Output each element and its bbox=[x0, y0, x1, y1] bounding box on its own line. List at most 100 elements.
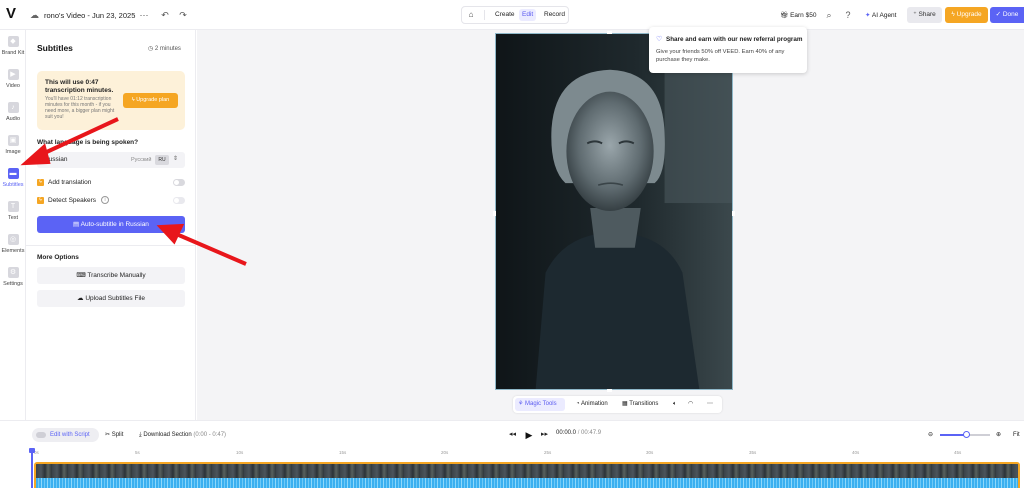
language-select[interactable]: Russian Русский RU ⇕ bbox=[37, 152, 185, 168]
video-icon: ▶ bbox=[7, 69, 19, 80]
search-icon[interactable]: ⌕ bbox=[823, 9, 835, 21]
check-icon: ✓ bbox=[995, 11, 1003, 18]
magic-wand-icon: ⚘ bbox=[518, 401, 526, 407]
text-icon: T bbox=[7, 201, 19, 212]
brand-kit-icon: ◆ bbox=[7, 36, 19, 47]
transitions-button[interactable]: ▦ Transitions bbox=[619, 398, 661, 411]
ruler-tick: 15s bbox=[339, 450, 347, 455]
mode-record[interactable]: Record bbox=[541, 9, 568, 21]
zoom-in-icon[interactable]: ⊕ bbox=[996, 429, 1001, 441]
done-button[interactable]: ✓ Done bbox=[990, 7, 1024, 23]
add-translation-toggle[interactable] bbox=[173, 179, 185, 186]
ruler-tick: 10s bbox=[236, 450, 244, 455]
rail-item-image[interactable]: ▣ Image bbox=[0, 135, 26, 165]
detect-speakers-label: Detect Speakers bbox=[48, 197, 97, 204]
audio-waveform bbox=[36, 478, 1018, 488]
more-icon[interactable]: ⋯ bbox=[138, 9, 150, 21]
add-translation-row: ϟ Add translation bbox=[37, 177, 185, 189]
top-bar: V ☁ rono's Video - Jun 23, 2025 ⋯ ↶ ↷ ⌂ … bbox=[0, 0, 1024, 30]
video-track[interactable] bbox=[34, 462, 1020, 488]
home-icon[interactable]: ⌂ bbox=[466, 10, 476, 20]
resize-handle-right[interactable] bbox=[732, 211, 735, 216]
zoom-out-icon[interactable]: ⊖ bbox=[928, 429, 933, 441]
download-section-button[interactable]: ⤓ Download Section (0:00 - 0:47) bbox=[139, 429, 226, 441]
keyboard-icon: ⌨ bbox=[76, 272, 88, 279]
transcription-promo: This will use 0:47 transcription minutes… bbox=[37, 71, 185, 130]
edit-with-script-toggle[interactable]: Edit with Script bbox=[32, 428, 99, 442]
ruler-tick: 20s bbox=[441, 450, 449, 455]
animation-button[interactable]: ◔ Animation bbox=[573, 398, 611, 411]
ruler-tick: 40s bbox=[852, 450, 860, 455]
timeline-ruler[interactable]: 0s 5s 10s 15s 20s 25s 30s 35s 40s 45s bbox=[34, 450, 1020, 458]
speed-icon[interactable]: ◠ bbox=[685, 398, 696, 411]
mode-divider bbox=[484, 10, 485, 20]
redo-icon[interactable]: ↷ bbox=[177, 9, 189, 21]
time-display: 00:00.0 / 00:47.9 bbox=[556, 430, 602, 436]
undo-icon[interactable]: ↶ bbox=[159, 9, 171, 21]
resize-handle-top[interactable] bbox=[607, 31, 612, 34]
chevron-updown-icon: ⇕ bbox=[173, 156, 179, 162]
rail-item-video[interactable]: ▶ Video bbox=[0, 69, 26, 99]
language-native: Русский bbox=[131, 157, 152, 163]
veed-logo[interactable]: V bbox=[6, 6, 20, 21]
ruler-tick: 5s bbox=[135, 450, 140, 455]
video-thumbnails bbox=[36, 464, 1018, 478]
subtitles-icon: ▬ bbox=[7, 168, 19, 179]
share-button[interactable]: ⁺ Share bbox=[907, 7, 942, 23]
left-rail: ◆ Brand Kit ▶ Video ♪ Audio ▣ Image ▬ Su… bbox=[0, 30, 26, 420]
mode-create[interactable]: Create bbox=[492, 9, 518, 21]
rewind-icon[interactable]: ◂◂ bbox=[509, 429, 516, 441]
help-icon[interactable]: ? bbox=[842, 9, 854, 21]
video-controls-bar: ⚘ Magic Tools ◔ Animation ▦ Transitions … bbox=[513, 396, 722, 413]
rail-item-settings[interactable]: ⚙ Settings bbox=[0, 267, 26, 297]
ai-agent-button[interactable]: ✦ AI Agent bbox=[865, 11, 896, 19]
upgrade-button[interactable]: ϟ Upgrade bbox=[945, 7, 988, 23]
play-icon[interactable]: ▶ bbox=[522, 428, 536, 442]
subtitles-icon: ▤ bbox=[73, 221, 81, 228]
elderly-woman-photo bbox=[496, 34, 732, 389]
sparkle-icon: ✦ bbox=[865, 12, 872, 19]
resize-handle-left[interactable] bbox=[493, 211, 496, 216]
rail-item-brand-kit[interactable]: ◆ Brand Kit bbox=[0, 36, 26, 66]
info-icon[interactable]: i bbox=[101, 196, 109, 204]
rail-item-text[interactable]: T Text bbox=[0, 201, 26, 231]
ruler-tick: 35s bbox=[749, 450, 757, 455]
rail-item-audio[interactable]: ♪ Audio bbox=[0, 102, 26, 132]
zoom-handle[interactable] bbox=[963, 431, 970, 438]
project-title[interactable]: rono's Video - Jun 23, 2025 bbox=[44, 11, 135, 20]
rail-item-subtitles[interactable]: ▬ Subtitles bbox=[0, 168, 26, 198]
fit-button[interactable]: Fit bbox=[1013, 429, 1020, 441]
transcribe-manually-button[interactable]: ⌨ Transcribe Manually bbox=[37, 267, 185, 284]
promo-title: This will use 0:47 transcription minutes… bbox=[45, 79, 114, 94]
magic-tools-button[interactable]: ⚘ Magic Tools bbox=[515, 398, 565, 411]
heart-icon: ♡ bbox=[656, 36, 663, 43]
earn-link[interactable]: 🎁︎ Earn $50 bbox=[780, 11, 816, 19]
volume-icon[interactable]: 🔈︎ bbox=[670, 398, 680, 411]
referral-title: Share and earn with our new referral pro… bbox=[666, 36, 803, 43]
panel-divider bbox=[26, 245, 196, 246]
video-preview[interactable] bbox=[495, 33, 733, 390]
ruler-tick: 25s bbox=[544, 450, 552, 455]
resize-handle-bottom[interactable] bbox=[607, 389, 612, 392]
auto-subtitle-button[interactable]: ▤ Auto-subtitle in Russian bbox=[37, 216, 185, 233]
more-options-icon[interactable]: ⋯ bbox=[704, 398, 716, 411]
zoom-slider[interactable] bbox=[940, 431, 990, 438]
detect-speakers-toggle[interactable] bbox=[173, 197, 185, 204]
timeline: Edit with Script ✂ Split ⤓ Download Sect… bbox=[0, 420, 1024, 488]
playhead[interactable] bbox=[29, 448, 35, 488]
referral-popover[interactable]: ♡ Share and earn with our new referral p… bbox=[649, 27, 807, 73]
add-translation-label: Add translation bbox=[48, 179, 92, 186]
rail-item-elements[interactable]: ◎ Elements bbox=[0, 234, 26, 264]
split-button[interactable]: ✂ Split bbox=[105, 429, 123, 441]
mode-switcher: ⌂ Create Edit Record bbox=[461, 6, 569, 24]
mode-edit[interactable]: Edit bbox=[519, 9, 537, 21]
minutes-remaining: ◷ 2 minutes bbox=[148, 46, 181, 52]
detect-speakers-row: ϟ Detect Speakers i bbox=[37, 195, 185, 207]
canvas-stage: ♡ Share and earn with our new referral p… bbox=[197, 27, 1024, 420]
subtitles-panel: Subtitles ◷ 2 minutes This will use 0:47… bbox=[26, 30, 196, 420]
fast-forward-icon[interactable]: ▸▸ bbox=[541, 429, 548, 441]
cloud-icon: ☁ bbox=[30, 10, 39, 20]
upgrade-plan-button[interactable]: ϟ Upgrade plan bbox=[123, 93, 178, 108]
elements-icon: ◎ bbox=[7, 234, 19, 245]
upload-subtitles-button[interactable]: ☁ Upload Subtitles File bbox=[37, 290, 185, 307]
